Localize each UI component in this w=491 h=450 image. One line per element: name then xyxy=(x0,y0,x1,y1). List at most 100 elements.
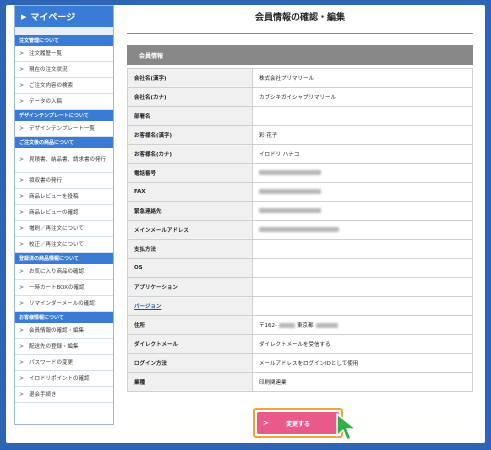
table-row: メインメールアドレス xyxy=(127,220,473,240)
chevron-right-icon: > xyxy=(19,97,25,105)
prefecture: 東京都 xyxy=(296,323,314,329)
triangle-right-icon: ▶ xyxy=(21,12,27,21)
chevron-right-icon: > xyxy=(19,358,25,366)
main-content: 会員情報の確認・編集 会員情報 会社名(漢字) 株式会社プリマリール 会社名(カナ… xyxy=(127,0,473,392)
table-row: 住所 〒162- 東京都 xyxy=(127,315,473,335)
redacted-value xyxy=(278,323,295,328)
sidebar-item-template-list[interactable]: > デザインテンプレート一覧 xyxy=(15,121,113,137)
sidebar-item-password[interactable]: > パスワードの変更 xyxy=(15,355,113,371)
sidebar-gap xyxy=(15,27,113,35)
row-value: カブシキガイシャプリマリール xyxy=(252,87,473,107)
row-value: ダイレクトメールを受信する xyxy=(252,334,473,354)
chevron-right-icon: > xyxy=(19,65,25,73)
sidebar-item-post-review[interactable]: > 商品レビューを投稿 xyxy=(15,189,113,205)
table-row: ログイン方法 メールアドレスをログインIDとして使用 xyxy=(127,353,473,373)
sidebar-item-check-review[interactable]: > 商品レビューの確認 xyxy=(15,205,113,221)
row-label: お客様名(カナ) xyxy=(127,144,253,164)
chevron-right-icon: > xyxy=(19,81,25,89)
submit-button[interactable]: > 変更する xyxy=(257,412,339,434)
chevron-right-icon: > xyxy=(19,224,25,232)
row-value: イロドリ ハナコ xyxy=(252,144,473,164)
row-label: 緊急連絡先 xyxy=(127,201,253,221)
row-value: 彩 花子 xyxy=(252,125,473,145)
member-info-table: 会社名(漢字) 株式会社プリマリール 会社名(カナ) カブシキガイシャプリマリール … xyxy=(127,68,473,392)
sidebar-item-reminder[interactable]: > リマインダーメールの確認 xyxy=(15,296,113,312)
sidebar: ▶ マイページ 注文管理について > 注文履歴一覧 > 現在の注文状況 > ご注文内容… xyxy=(14,5,114,425)
table-row: OS xyxy=(127,258,473,278)
chevron-right-icon: > xyxy=(19,192,25,200)
row-value xyxy=(252,296,473,316)
version-link[interactable]: バージョン xyxy=(134,304,161,310)
chevron-right-icon: > xyxy=(19,374,25,382)
chevron-right-icon: > xyxy=(19,326,25,334)
row-label: ログイン方法 xyxy=(127,353,253,373)
sidebar-item-data-upload[interactable]: > データの入稿 xyxy=(15,94,113,110)
row-label: 住所 xyxy=(127,315,253,335)
sidebar-item-temp-cart[interactable]: > 一時カートBOXの確認 xyxy=(15,280,113,296)
sidebar-item-proof-reorder[interactable]: > 校正／再注文について xyxy=(15,237,113,253)
chevron-right-icon: > xyxy=(19,390,25,398)
table-row: 緊急連絡先 xyxy=(127,201,473,221)
table-row: ダイレクトメール ダイレクトメールを受信する xyxy=(127,334,473,354)
sidebar-item-invoice[interactable]: > 見積書、納品書、請求書の発行 xyxy=(15,148,113,173)
table-row: 会社名(漢字) 株式会社プリマリール xyxy=(127,68,473,88)
sidebar-section-heading: 登録済の商品情報について xyxy=(15,253,113,264)
chevron-right-icon: > xyxy=(19,208,25,216)
row-value xyxy=(252,277,473,297)
chevron-right-icon: > xyxy=(19,156,25,163)
redacted-value xyxy=(252,220,473,240)
table-row: お客様名(漢字) 彩 花子 xyxy=(127,125,473,145)
table-row: 業種 印刷関連業 xyxy=(127,372,473,392)
redacted-value xyxy=(252,182,473,202)
page-title: 会員情報の確認・編集 xyxy=(127,0,473,34)
row-value xyxy=(252,239,473,259)
row-label: メインメールアドレス xyxy=(127,220,253,240)
chevron-right-icon: > xyxy=(19,342,25,350)
sidebar-section-heading: デザインテンプレートについて xyxy=(15,110,113,121)
submit-button-highlight: > 変更する xyxy=(253,408,343,438)
row-label: 支払方法 xyxy=(127,239,253,259)
sidebar-section-heading: 注文管理について xyxy=(15,35,113,46)
row-value: 印刷関連業 xyxy=(252,372,473,392)
row-label: アプリケーション xyxy=(127,277,253,297)
table-row: 会社名(カナ) カブシキガイシャプリマリール xyxy=(127,87,473,107)
chevron-right-icon: > xyxy=(19,240,25,248)
redacted-value xyxy=(315,323,338,328)
postal-prefix: 〒162- xyxy=(259,323,277,329)
row-label: OS xyxy=(127,258,253,278)
chevron-right-icon: > xyxy=(19,124,25,132)
chevron-right-icon: > xyxy=(19,49,25,57)
sidebar-item-reprint[interactable]: > 増刷／再注文について xyxy=(15,221,113,237)
sidebar-item-order-status[interactable]: > 現在の注文状況 xyxy=(15,62,113,78)
chevron-right-icon: > xyxy=(263,419,269,427)
version-link-cell: バージョン xyxy=(127,296,253,316)
row-label: ダイレクトメール xyxy=(127,334,253,354)
sidebar-item-order-history[interactable]: > 注文履歴一覧 xyxy=(15,46,113,62)
row-value xyxy=(252,258,473,278)
sidebar-item-member-info[interactable]: > 会員情報の確認・編集 xyxy=(15,323,113,339)
row-label: 会社名(カナ) xyxy=(127,87,253,107)
sidebar-item-receipt[interactable]: > 領収書の発行 xyxy=(15,173,113,189)
table-row: お客様名(カナ) イロドリ ハナコ xyxy=(127,144,473,164)
sidebar-item-delivery[interactable]: > 配送先の登録・編集 xyxy=(15,339,113,355)
table-row: アプリケーション xyxy=(127,277,473,297)
sidebar-item-withdraw[interactable]: > 退会手続き xyxy=(15,387,113,403)
pointer-cursor-icon xyxy=(336,413,357,441)
sidebar-title[interactable]: ▶ マイページ xyxy=(15,6,113,27)
row-value: 株式会社プリマリール xyxy=(252,68,473,88)
section-title: 会員情報 xyxy=(127,45,473,65)
sidebar-item-order-search[interactable]: > ご注文内容の検索 xyxy=(15,78,113,94)
sidebar-section-heading: お客様情報について xyxy=(15,312,113,323)
row-label: FAX xyxy=(127,182,253,202)
table-row: 支払方法 xyxy=(127,239,473,259)
row-value xyxy=(252,106,473,126)
redacted-value xyxy=(252,163,473,183)
sidebar-item-favorites[interactable]: > お気に入り商品の確認 xyxy=(15,264,113,280)
chevron-right-icon: > xyxy=(19,267,25,275)
address-value: 〒162- 東京都 xyxy=(252,315,473,335)
row-label: 電話番号 xyxy=(127,163,253,183)
sidebar-item-points[interactable]: > イロドリポイントの確認 xyxy=(15,371,113,387)
submit-button-label: 変更する xyxy=(285,420,310,428)
row-label: 会社名(漢字) xyxy=(127,68,253,88)
chevron-right-icon: > xyxy=(19,283,25,291)
